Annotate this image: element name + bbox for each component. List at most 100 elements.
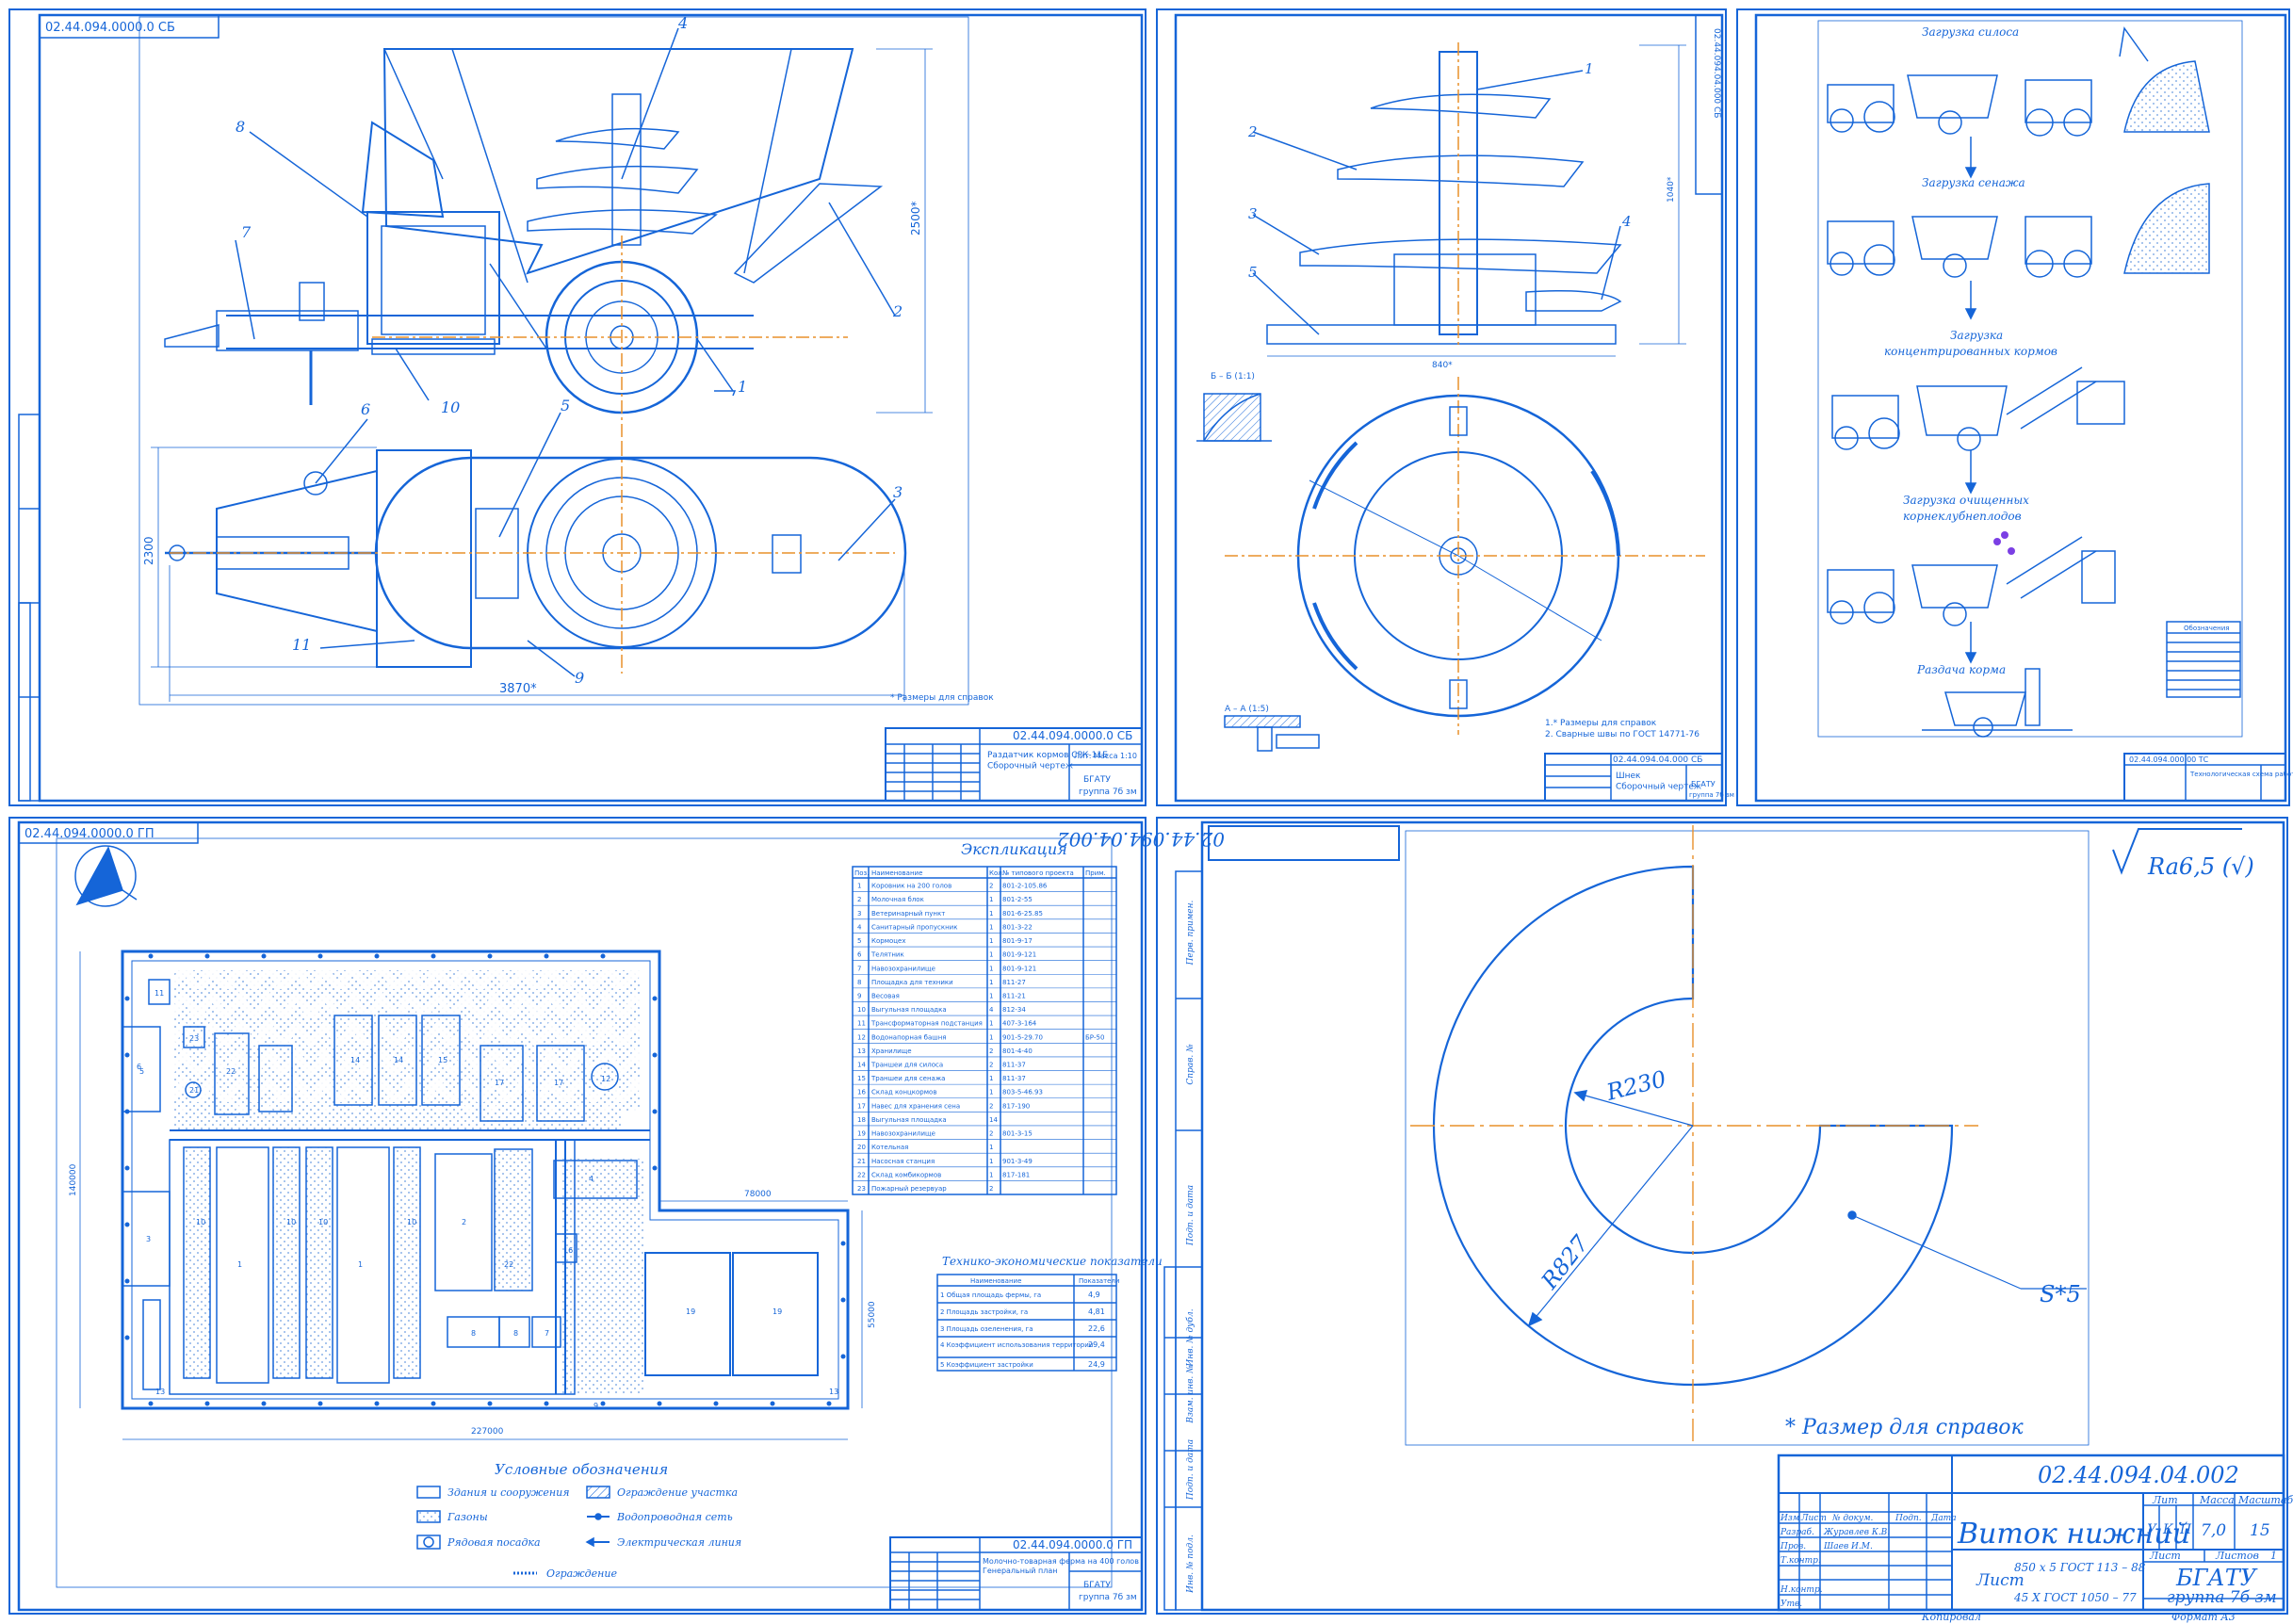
- tep-header: Показатели: [1079, 1277, 1119, 1285]
- explication-cell: 2: [857, 896, 861, 903]
- coil-lit-u: У: [2147, 1522, 2157, 1537]
- coil-lit-p: П: [2179, 1522, 2192, 1537]
- explication-cell: Пожарный резервуар: [871, 1185, 947, 1193]
- explication-cell: 801-6-25.85: [1002, 910, 1043, 918]
- explication-cell: 801-9-121: [1002, 965, 1036, 972]
- combine-dim-height: 2500*: [909, 201, 922, 235]
- row-concentrate: [1831, 366, 2125, 451]
- tech-step4: Загрузка очищенных: [1903, 494, 2029, 507]
- coil-tb-header: Лист: [1800, 1514, 1827, 1523]
- coil-tb-role: Разраб.: [1780, 1527, 1814, 1537]
- explication-cell: Водонапорная башня: [871, 1033, 946, 1041]
- auger-org: БГАТУ: [1691, 780, 1716, 788]
- explication-cell: 1: [989, 923, 993, 931]
- explication-cell: 15: [857, 1075, 866, 1082]
- explication-cell: 812-34: [1002, 1006, 1026, 1014]
- explication-header: Прим.: [1085, 869, 1106, 877]
- explication-cell: 801-9-121: [1002, 951, 1036, 959]
- explication-cell: Склад концкормов: [871, 1089, 936, 1096]
- tep-cell: 22,6: [1088, 1324, 1105, 1333]
- explication-rows: Поз. Наименование Кол.№ типового проекта Пр…: [853, 869, 1116, 1195]
- explication-cell: 801-9-17: [1002, 937, 1033, 945]
- coil-sheets-label: Листов: [2215, 1550, 2259, 1562]
- coil-side-label: Взам. инв. №: [1186, 1365, 1195, 1424]
- explication-cell: 18: [857, 1116, 866, 1124]
- tech-step4b: корнеклубнеплодов: [1903, 510, 2022, 523]
- sheet-tech: [1736, 8, 2290, 806]
- explication-cell: Котельная: [871, 1144, 908, 1151]
- explication-cell: 3: [857, 910, 861, 918]
- auger-code-rot: 02.44.094.04.000 СБ: [1712, 28, 1721, 118]
- row-rootcrops: [1827, 531, 2116, 626]
- building-label: 14: [350, 1056, 360, 1064]
- explication-cell: 801-4-40: [1002, 1047, 1033, 1055]
- coil-copied: Копировал: [1921, 1611, 1981, 1623]
- tep-cell: 4,81: [1088, 1307, 1105, 1316]
- coil-tb-name: Журавлев К.В.: [1823, 1528, 1890, 1537]
- building-label: 15: [438, 1056, 447, 1064]
- auger-code-stamp: 02.44.094.04.000 СБ: [1613, 755, 1702, 765]
- combine-dim-width: 2300: [142, 536, 155, 565]
- coil-scale-label: Масштаб: [2237, 1494, 2293, 1506]
- coil-sheet-label: Лист: [2149, 1550, 2181, 1562]
- building-label: 17: [495, 1079, 504, 1087]
- explication-cell: 10: [857, 1006, 866, 1014]
- building-label: 21: [189, 1086, 199, 1095]
- explication-cell: 801-2-105.86: [1002, 883, 1048, 890]
- tep-title: Технико-экономические показатели: [942, 1255, 1163, 1268]
- explication-header: № типового проекта: [1002, 869, 1074, 877]
- explication-cell: 1: [989, 951, 993, 959]
- explication-cell: 19: [857, 1130, 866, 1138]
- building-label: 19: [686, 1307, 695, 1316]
- auger-callout-1: 1: [1585, 60, 1594, 77]
- sheet-plan: [8, 817, 1146, 1615]
- tech-step3b: концентрированных кормов: [1884, 345, 2057, 358]
- legend-fence-site: Ограждение участка: [617, 1486, 738, 1499]
- explication-cell: Молочная блок: [871, 896, 924, 903]
- tep-cell: 24,9: [1088, 1360, 1105, 1369]
- row-haylage: [1827, 183, 2210, 278]
- explication-cell: 1: [989, 1171, 993, 1178]
- explication-cell: Трансформаторная подстанция: [870, 1020, 983, 1028]
- coil-group: группа 7б зм: [2167, 1588, 2277, 1607]
- explication-cell: 1: [989, 1033, 993, 1041]
- combine-code-stamp: 02.44.094.0000.0 СБ: [1013, 729, 1132, 742]
- legend-water: Водопроводная сеть: [616, 1511, 733, 1523]
- coil-note: * Размер для справок: [1785, 1416, 2024, 1439]
- combine-note: * Размеры для справок: [890, 693, 994, 703]
- building-label: 8: [513, 1329, 518, 1338]
- callout-6: 6: [361, 400, 370, 418]
- building-label: 22: [226, 1067, 236, 1076]
- coil-tb-name: Шаев И.М.: [1823, 1542, 1873, 1551]
- building-label: 9: [594, 1402, 598, 1410]
- combine-group: группа 7б зм: [1079, 788, 1137, 797]
- explication-cell: Траншеи для силоса: [870, 1062, 943, 1069]
- coil-tb-role: Пров.: [1780, 1542, 1806, 1551]
- explication-cell: 1: [989, 1075, 993, 1082]
- combine-org: БГАТУ: [1083, 775, 1111, 785]
- callout-7: 7: [241, 223, 252, 241]
- explication-cell: 901-5-29.70: [1002, 1033, 1043, 1041]
- tech-step2: Загрузка сенажа: [1922, 176, 2025, 189]
- explication-cell: Выгульная площадка: [871, 1116, 947, 1124]
- auger-texts: 02.44.094.04.000 СБ 02.44.094.04.000 СБ …: [1211, 28, 1734, 799]
- explication-cell: Навозохранилище: [871, 965, 935, 972]
- explication-cell: 6: [857, 951, 862, 959]
- explication-cell: 2: [989, 1062, 993, 1069]
- tep-cell: 2 Площадь застройки, га: [940, 1308, 1028, 1316]
- building-label: 23: [189, 1034, 199, 1043]
- plan-code-stamp: 02.44.094.0000.0 ГП: [1013, 1538, 1132, 1551]
- plan-title: Молочно-товарная ферма на 400 голов Генер…: [983, 1557, 1139, 1575]
- plan-org: БГАТУ: [1083, 1581, 1111, 1590]
- tep-rows: Наименование Показатели 1 Общая площадь фе…: [940, 1277, 1119, 1369]
- building-label: 19: [772, 1307, 782, 1316]
- explication-cell: 2: [989, 1130, 993, 1138]
- explication-cell: 1: [989, 896, 993, 903]
- auger-view-label: А – А (1:5): [1225, 705, 1269, 714]
- tech-step3: Загрузка: [1950, 329, 2003, 342]
- explication-cell: 17: [857, 1102, 866, 1110]
- plan-dim-width: 227000: [471, 1427, 504, 1437]
- explication-cell: 407-3-164: [1002, 1020, 1037, 1028]
- building-label: 10: [318, 1218, 328, 1226]
- explication-cell: Навозохранилище: [871, 1130, 935, 1138]
